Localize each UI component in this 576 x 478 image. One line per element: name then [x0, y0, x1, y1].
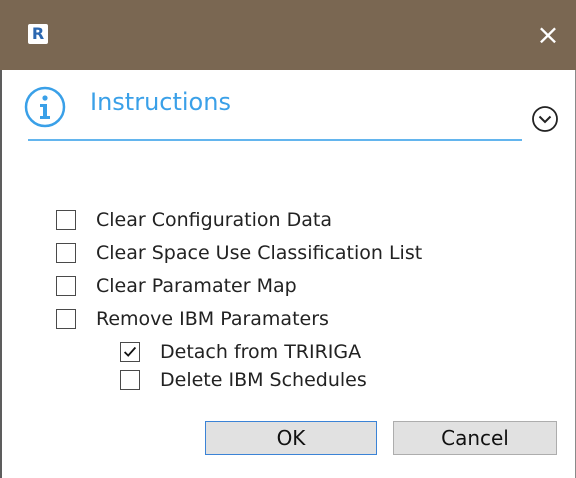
clear-space-use-checkbox[interactable] [56, 243, 76, 263]
remove-ibm-paramaters-label: Remove IBM Paramaters [96, 308, 329, 330]
cancel-button[interactable]: Cancel [393, 421, 557, 455]
detach-from-tririga-label: Detach from TRIRIGA [160, 341, 362, 363]
delete-ibm-schedules-label: Delete IBM Schedules [160, 369, 367, 391]
chevron-down-icon[interactable] [531, 105, 559, 133]
instructions-heading[interactable]: Instructions [90, 88, 231, 116]
ok-button[interactable]: OK [205, 421, 377, 455]
app-icon-letter: R [31, 24, 45, 43]
window-border-left [0, 0, 2, 478]
close-button[interactable]: × [528, 15, 568, 55]
clear-space-use-label: Clear Space Use Classification List [96, 242, 423, 264]
option-detach-from-tririga[interactable]: Detach from TRIRIGA [120, 342, 400, 368]
option-clear-configuration[interactable]: Clear Configuration Data [56, 210, 416, 236]
checkmark-icon [123, 346, 137, 357]
info-icon [24, 86, 66, 128]
option-clear-space-use[interactable]: Clear Space Use Classification List [56, 243, 486, 269]
option-clear-paramater-map[interactable]: Clear Paramater Map [56, 276, 356, 302]
dialog-window: R × Instructions Clear Configuration Dat… [0, 0, 576, 478]
revit-app-icon: R [28, 24, 48, 44]
option-delete-ibm-schedules[interactable]: Delete IBM Schedules [120, 370, 410, 396]
header-divider [28, 139, 522, 141]
detach-from-tririga-checkbox[interactable] [120, 342, 140, 362]
delete-ibm-schedules-checkbox[interactable] [120, 370, 140, 390]
title-bar[interactable]: R × [0, 0, 576, 70]
clear-configuration-checkbox[interactable] [56, 210, 76, 230]
remove-ibm-paramaters-checkbox[interactable] [56, 309, 76, 329]
clear-paramater-map-label: Clear Paramater Map [96, 275, 297, 297]
clear-paramater-map-checkbox[interactable] [56, 276, 76, 296]
option-remove-ibm-paramaters[interactable]: Remove IBM Paramaters [56, 309, 386, 335]
clear-configuration-label: Clear Configuration Data [96, 209, 332, 231]
